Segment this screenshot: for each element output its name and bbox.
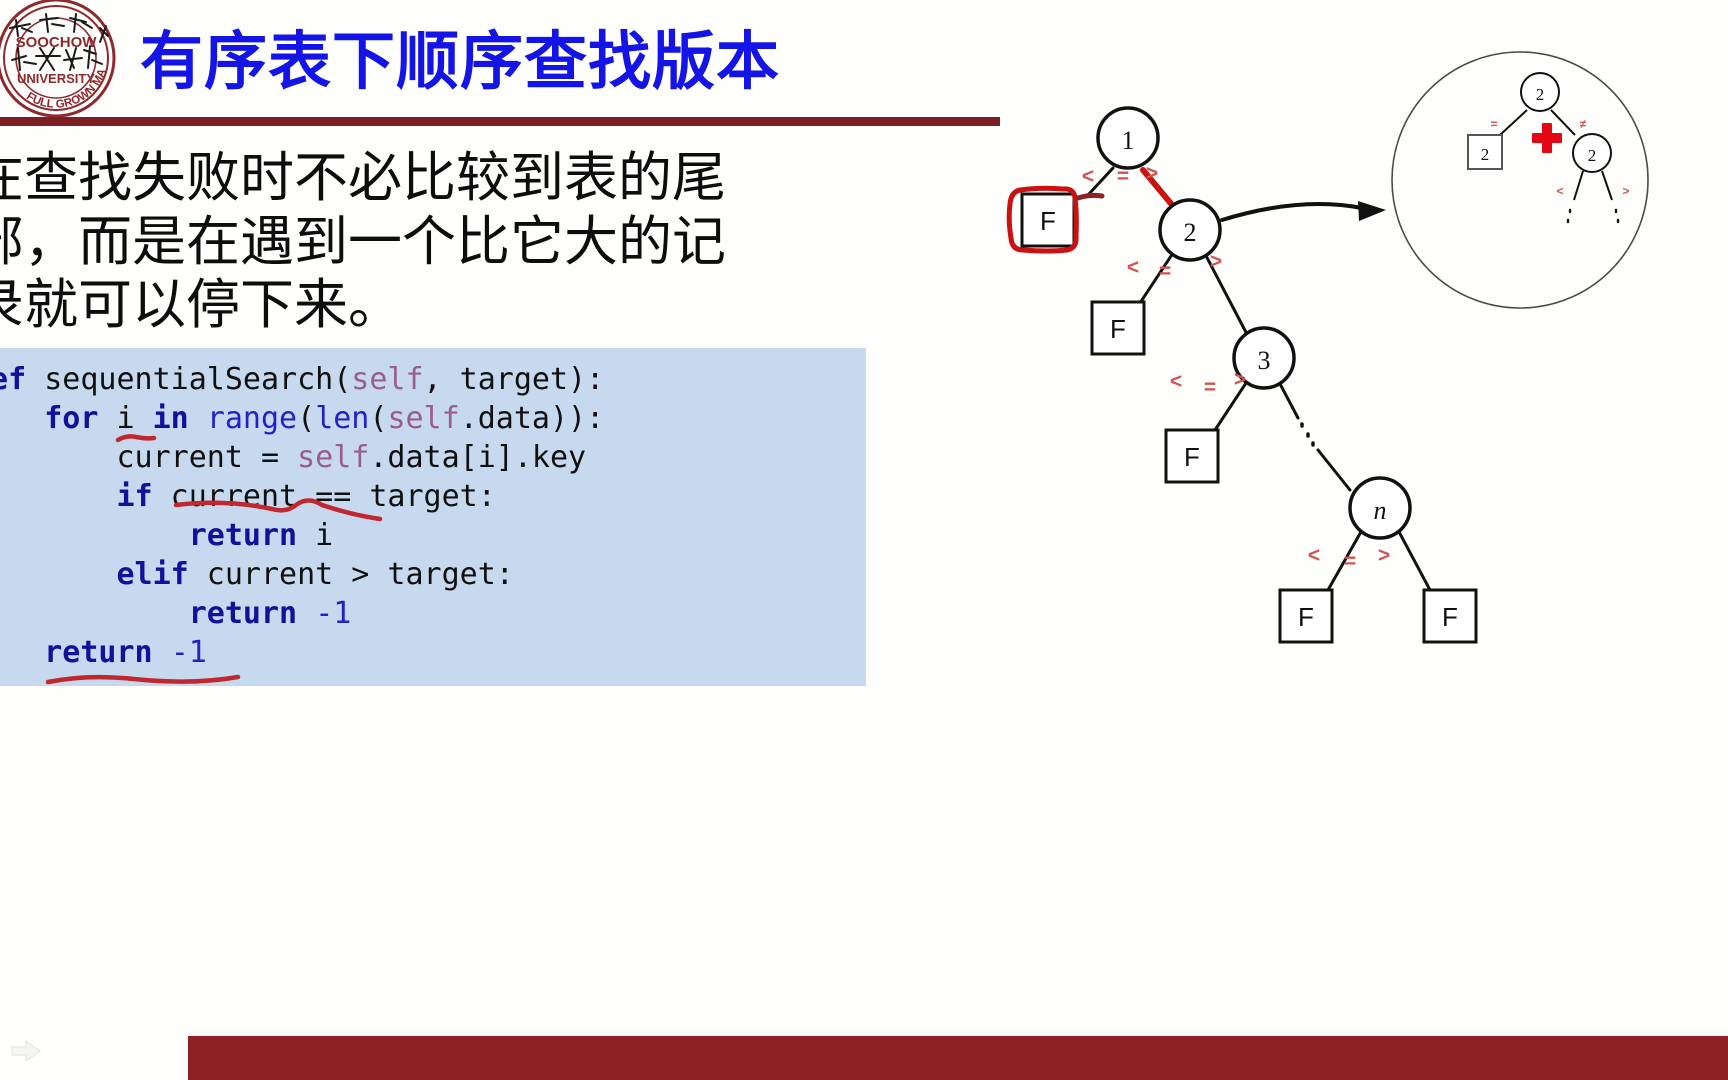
edge-label-lt: < xyxy=(1308,544,1320,567)
logo-text-soochow: SOOCHOW xyxy=(16,34,98,51)
code-line: def sequentialSearch(self, target): xyxy=(0,362,605,397)
underline-final-return xyxy=(45,674,241,685)
magnifier-inset: 2 2 2 = ≠ < > xyxy=(1391,51,1649,309)
tree-leaf-f2-label: F xyxy=(1110,314,1126,344)
code-line: elif current > target: xyxy=(116,557,514,592)
edge-label-gt: > xyxy=(1146,162,1158,185)
tree-node-1-label: 1 xyxy=(1122,126,1135,155)
tree-node-2-label: 2 xyxy=(1184,218,1197,247)
ellipsis-edge xyxy=(1300,422,1315,447)
inset-node-circle-right-label: 2 xyxy=(1588,146,1597,165)
tree-node-3-label: 3 xyxy=(1258,346,1271,375)
code-listing: def sequentialSearch(self, target): for … xyxy=(0,360,604,672)
inset-edge-label-eq: = xyxy=(1490,117,1497,131)
code-block: def sequentialSearch(self, target): for … xyxy=(0,348,866,686)
code-line: return -1 xyxy=(44,635,207,670)
inset-node-circle-top-label: 2 xyxy=(1536,85,1545,104)
edge-label-lt: < xyxy=(1127,256,1139,279)
tree-edge-labels: < = > < = > < = > < = > xyxy=(1082,162,1390,573)
tree-leaf-f3-label: F xyxy=(1184,442,1200,472)
soochow-university-seal-logo: SOOCHOW UNIVERSITY FULL GROWN MAN xyxy=(0,0,124,126)
inset-edge-label-lt: < xyxy=(1556,184,1563,198)
edge-label-eq: = xyxy=(1117,165,1129,188)
edge-label-eq: = xyxy=(1204,376,1216,399)
page-title: 有序表下顺序查找版本 xyxy=(140,25,780,98)
edge-label-lt: < xyxy=(1170,370,1182,393)
code-line: return -1 xyxy=(188,596,352,631)
edge-label-gt: > xyxy=(1234,368,1246,391)
code-line: current = self.data[i].key xyxy=(0,440,587,475)
ink-tick-left-branch xyxy=(1075,192,1105,201)
bottom-accent-bar xyxy=(188,1036,1728,1080)
inset-node-square-label: 2 xyxy=(1481,145,1490,164)
tree-leaf-f1-label: F xyxy=(1040,206,1056,236)
pointer-arrow-icon[interactable] xyxy=(10,1038,42,1064)
code-line: for i in range(len(self.data)): xyxy=(44,401,605,436)
code-line: if current == target: xyxy=(116,479,496,514)
inset-edge-label-gt: > xyxy=(1622,184,1629,198)
title-divider xyxy=(0,117,1000,126)
edge-label-gt: > xyxy=(1210,250,1222,273)
slide-canvas: SOOCHOW UNIVERSITY FULL GROWN MAN 有序表下顺序… xyxy=(0,0,1728,1080)
code-line: return i xyxy=(188,518,334,553)
red-cross-marker-icon xyxy=(1532,123,1562,153)
logo-text-university: UNIVERSITY xyxy=(17,71,95,86)
tree-leaf-f4-label: F xyxy=(1298,602,1314,632)
edge-label-lt: < xyxy=(1082,165,1094,188)
magnifier-circle xyxy=(1391,51,1649,309)
inset-edge-label-neq: ≠ xyxy=(1580,117,1587,131)
edge-label-eq: = xyxy=(1159,260,1171,283)
body-paragraph: 在查找失败时不必比较到表的尾 部，而是在遇到一个比它大的记 录就可以停下来。 xyxy=(0,146,726,337)
edge-label-gt: > xyxy=(1378,544,1390,567)
tree-node-n-label: n xyxy=(1374,496,1387,525)
binary-search-decision-tree: 1 2 3 n F F F F F < = > < = > < = > < = … xyxy=(1000,50,1728,750)
tree-leaf-f5-label: F xyxy=(1442,602,1458,632)
magnifier-pointer-arrow xyxy=(1220,201,1386,222)
tree-failure-leaves: F F F F F xyxy=(1020,192,1478,644)
edge-label-eq: = xyxy=(1344,550,1356,573)
